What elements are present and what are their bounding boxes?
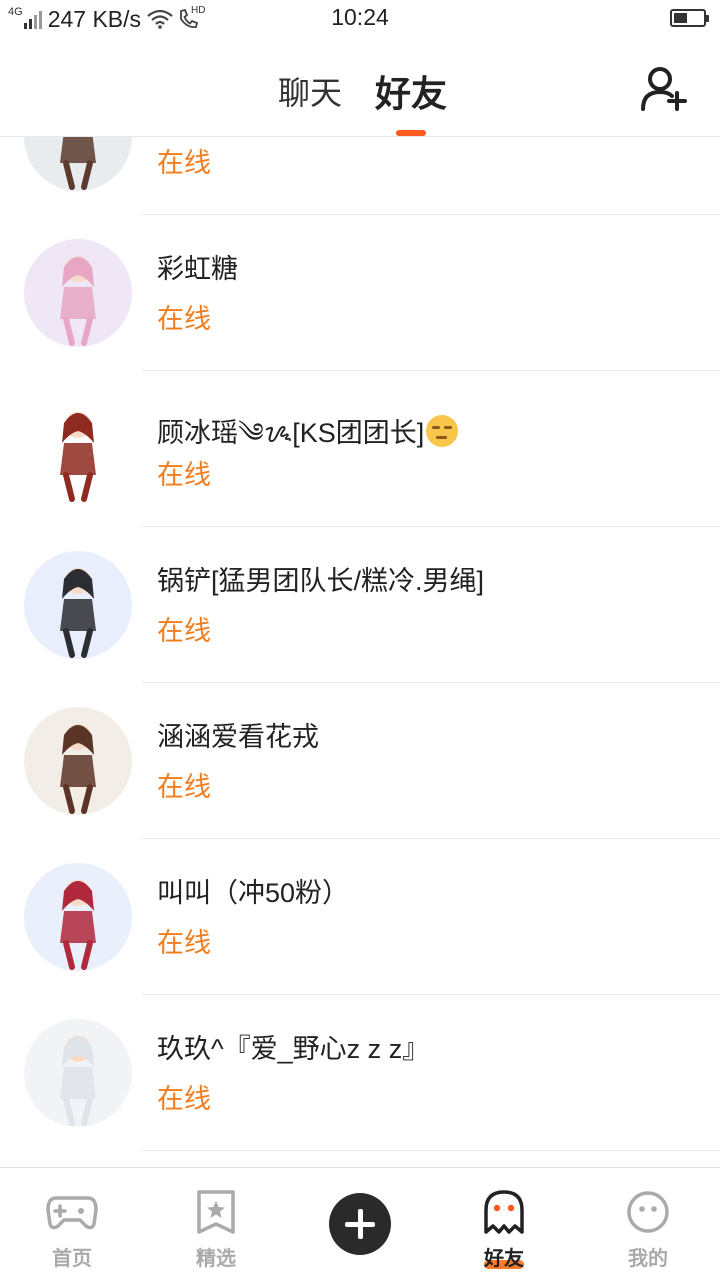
avatar[interactable] <box>24 551 132 659</box>
friend-list[interactable]: 在线 彩虹糖 在线 顾冰瑶༄ᝰ[KS团团长] 在线 锅铲[猛男团队长/糕冷.男绳] 在线 涵涵… <box>0 137 720 1167</box>
friend-list-item[interactable]: 在线 <box>0 137 720 215</box>
nav-home[interactable]: 首页 <box>0 1168 144 1280</box>
battery-level <box>674 13 687 23</box>
nav-home-label: 首页 <box>52 1248 92 1270</box>
nav-mine[interactable]: 我的 <box>576 1168 720 1280</box>
avatar[interactable] <box>24 1019 132 1127</box>
friend-list-item[interactable]: 彩虹糖 在线 <box>0 215 720 371</box>
friend-list-item[interactable]: 叫叫（冲50粉） 在线 <box>0 839 720 995</box>
friend-name-text: 彩虹糖 <box>157 254 238 284</box>
tab-friends[interactable]: 好友 <box>375 65 447 117</box>
online-status: 在线 <box>157 772 211 802</box>
friend-name-text: 涵涵爱看花戎 <box>157 722 319 752</box>
online-status: 在线 <box>157 928 211 958</box>
battery-icon <box>670 9 709 27</box>
avatar[interactable] <box>24 863 132 971</box>
friend-name: 叫叫（冲50粉） <box>157 871 349 910</box>
nav-featured-label: 精选 <box>196 1248 236 1270</box>
friend-list-item[interactable]: 锅铲[猛男团队长/糕冷.男绳] 在线 <box>0 527 720 683</box>
clock: 10:24 <box>331 4 389 30</box>
friend-list-item[interactable]: 顾冰瑶༄ᝰ[KS团团长] 在线 <box>0 371 720 527</box>
top-header: 聊天 好友 <box>0 38 720 137</box>
nav-friends-label: 好友 <box>484 1248 524 1270</box>
friend-name-text: 玖玖^『爱_野心z z z』 <box>157 1034 430 1064</box>
online-status: 在线 <box>157 1084 211 1114</box>
online-status: 在线 <box>157 460 211 490</box>
online-status: 在线 <box>157 616 211 646</box>
friend-name-text: 叫叫（冲50粉） <box>157 878 350 908</box>
gamepad-icon <box>46 1196 98 1230</box>
unamused-face-icon <box>426 415 459 447</box>
star-bookmark-icon <box>197 1190 235 1234</box>
active-tab-indicator <box>396 130 426 136</box>
add-user-icon[interactable] <box>640 66 692 112</box>
friend-name: 彩虹糖 <box>157 247 238 286</box>
friend-name: 玖玖^『爱_野心z z z』 <box>157 1027 429 1066</box>
plus-button[interactable] <box>329 1193 391 1255</box>
smiley-face-icon <box>627 1191 669 1233</box>
avatar[interactable] <box>24 707 132 815</box>
online-status: 在线 <box>157 148 211 178</box>
avatar[interactable] <box>24 239 132 347</box>
row-divider <box>142 1150 720 1151</box>
friend-name: 锅铲[猛男团队长/糕冷.男绳] <box>157 559 484 598</box>
friend-name: 涵涵爱看花戎 <box>157 715 319 754</box>
friend-list-item[interactable]: 涵涵爱看花戎 在线 <box>0 683 720 839</box>
avatar[interactable] <box>24 395 132 503</box>
nav-friends[interactable]: 好友 <box>432 1168 576 1280</box>
ghost-icon <box>484 1190 524 1234</box>
bottom-navigation: 首页 精选 好友 我的 <box>0 1167 720 1280</box>
nav-featured[interactable]: 精选 <box>144 1168 288 1280</box>
tab-chat[interactable]: 聊天 <box>278 68 342 114</box>
friend-name-text: 顾冰瑶༄ᝰ[KS团团长] <box>157 418 425 448</box>
avatar[interactable] <box>24 137 132 191</box>
status-bar: 4G 247 KB/s HD 10:24 <box>0 0 720 38</box>
friend-name-text: 锅铲[猛男团队长/糕冷.男绳] <box>157 566 485 596</box>
nav-mine-label: 我的 <box>628 1248 668 1270</box>
online-status: 在线 <box>157 304 211 334</box>
friend-list-item[interactable]: 玖玖^『爱_野心z z z』 在线 <box>0 995 720 1151</box>
